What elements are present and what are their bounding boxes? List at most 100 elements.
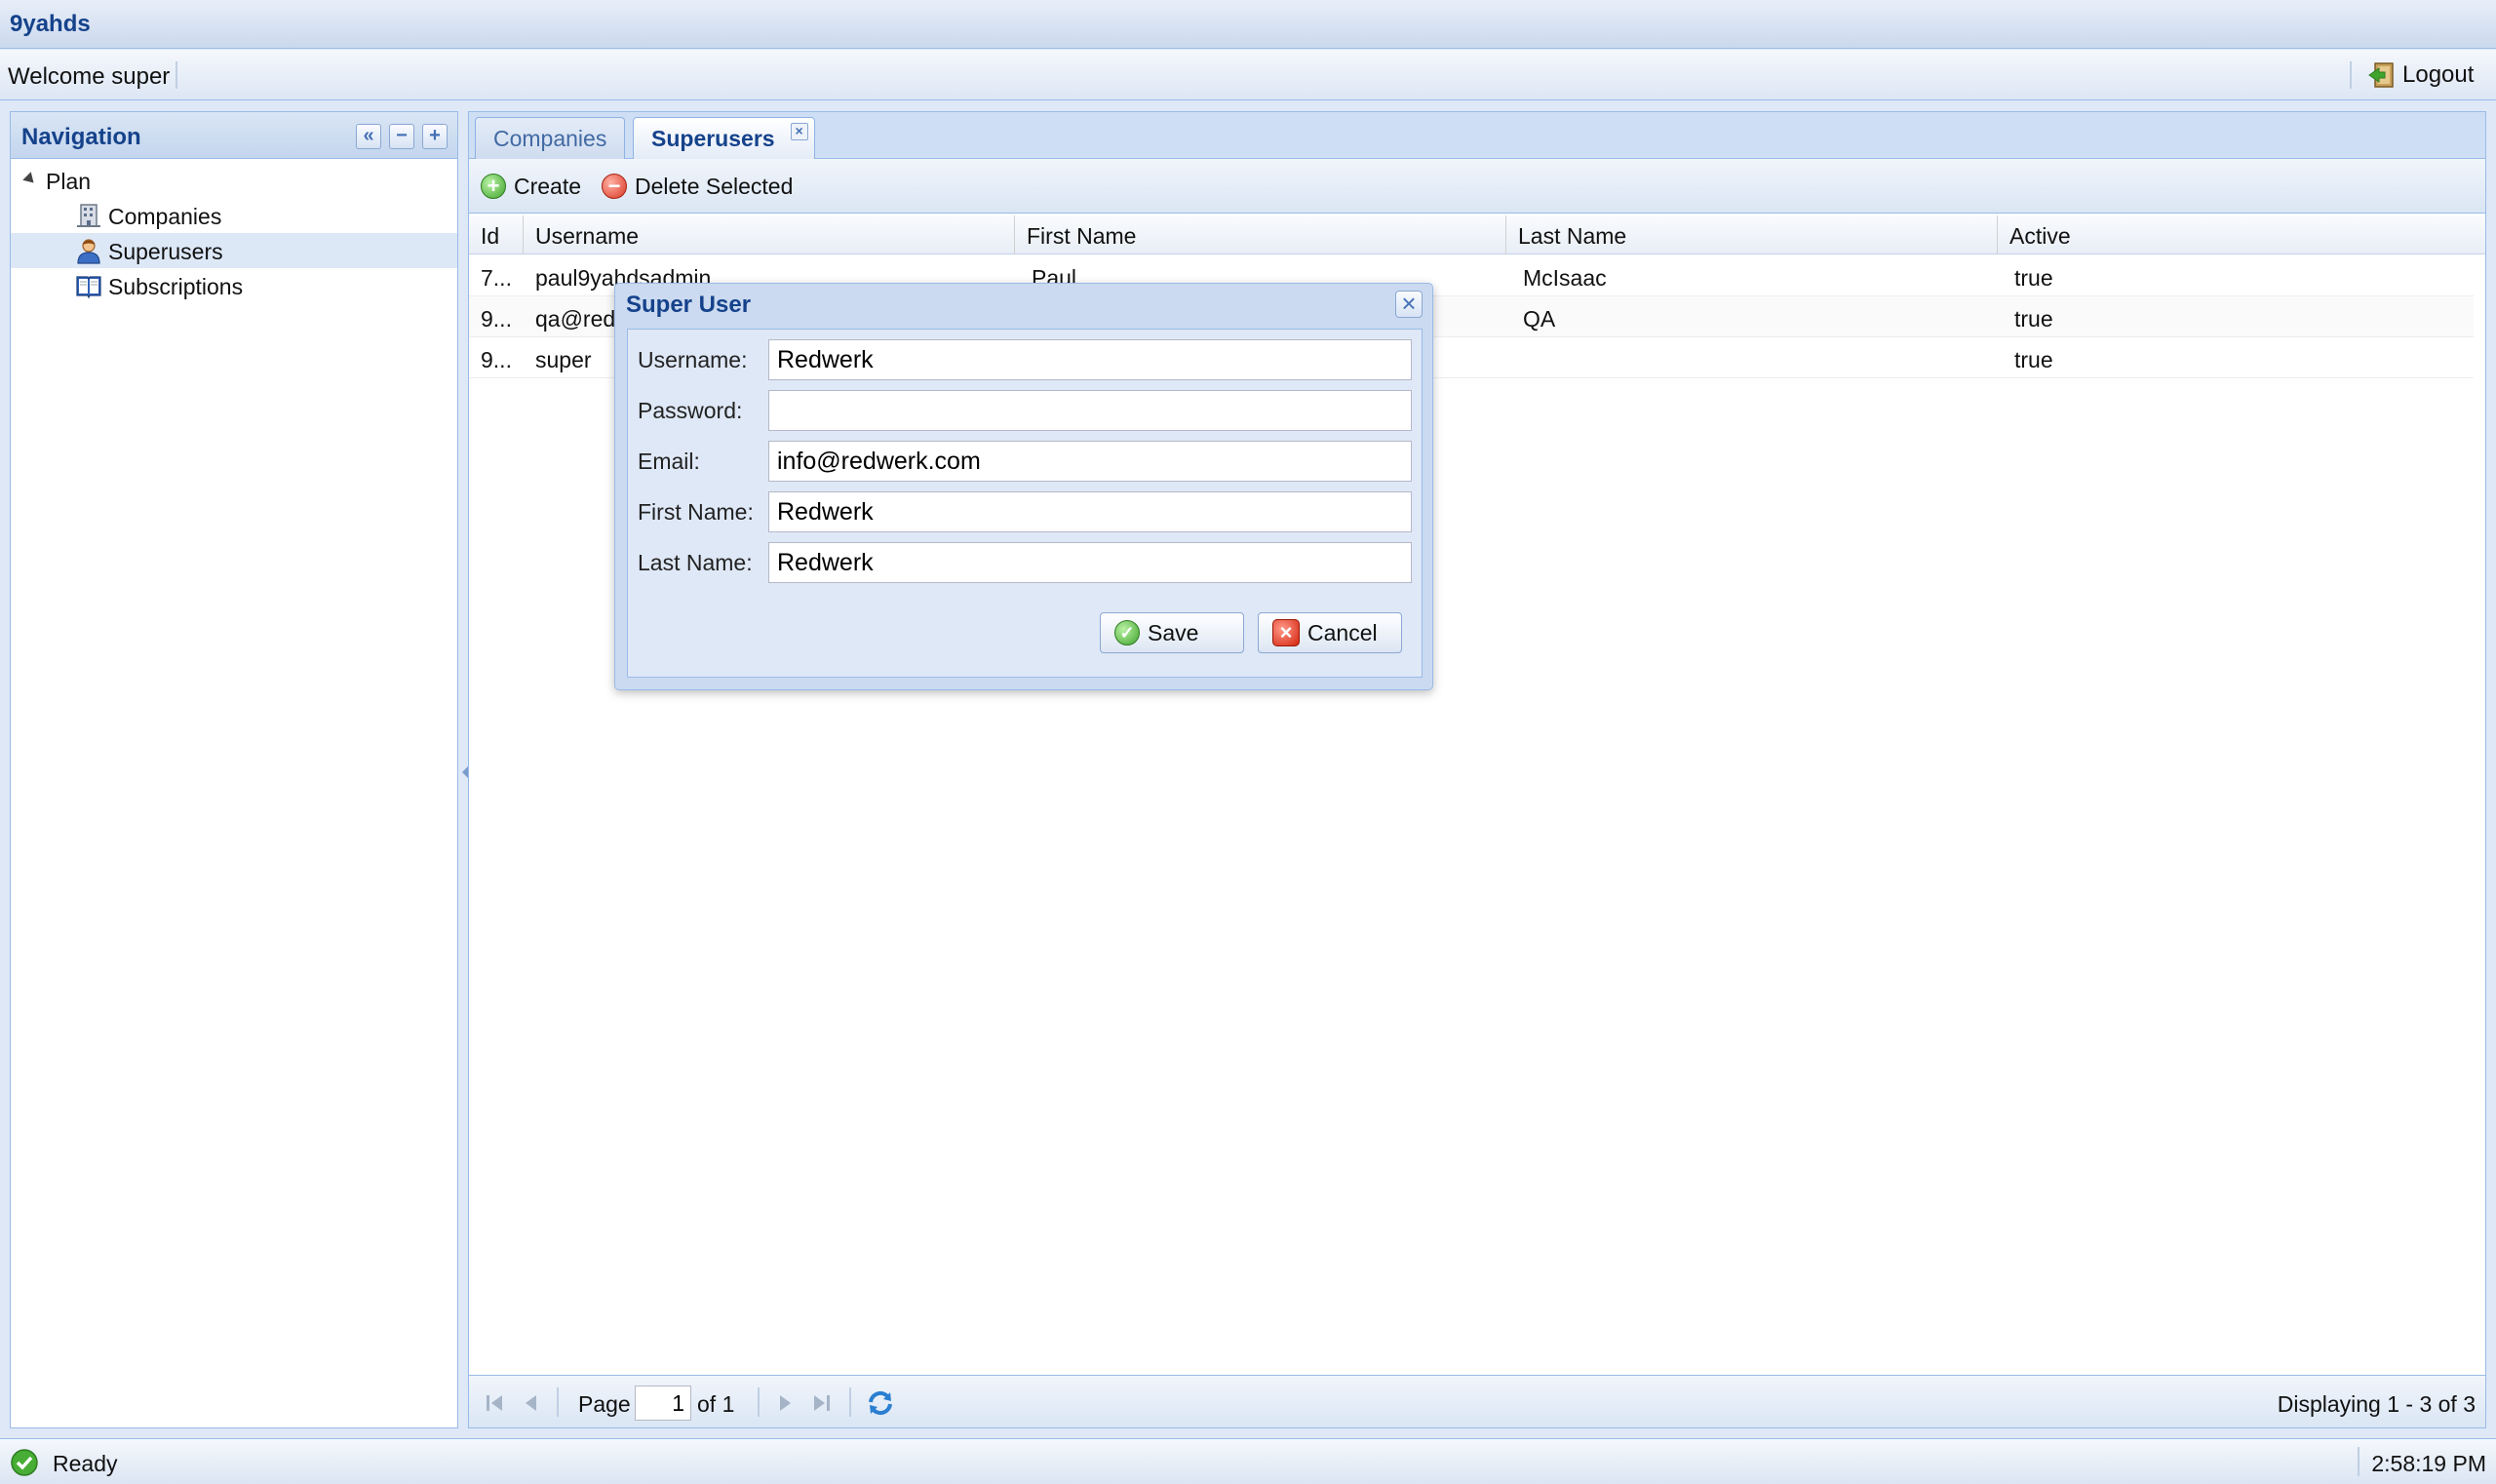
column-header-last-name[interactable]: Last Name bbox=[1506, 215, 1998, 254]
next-page-icon[interactable] bbox=[773, 1391, 797, 1415]
username-field[interactable] bbox=[768, 339, 1412, 380]
previous-page-icon[interactable] bbox=[520, 1391, 543, 1415]
cell-id: 9... bbox=[481, 347, 512, 372]
email-row: Email: bbox=[628, 441, 1422, 484]
dialog-form: Username: Password: Email: First Name: L… bbox=[627, 329, 1423, 678]
welcome-text: Welcome super bbox=[8, 63, 171, 90]
email-label: Email: bbox=[638, 449, 700, 474]
logout-label: Logout bbox=[2402, 61, 2475, 88]
logout-button[interactable]: Logout bbox=[2367, 59, 2474, 91]
tab-label: Companies bbox=[493, 125, 607, 151]
cancel-label: Cancel bbox=[1307, 619, 1378, 645]
super-user-dialog: Super User × Username: Password: Email: … bbox=[614, 283, 1433, 690]
app-title: 9yahds bbox=[10, 11, 91, 37]
collapse-panel-button[interactable]: « bbox=[356, 124, 381, 149]
first-name-field[interactable] bbox=[768, 491, 1412, 532]
add-icon: + bbox=[481, 174, 506, 199]
navigation-title: Navigation bbox=[21, 124, 141, 150]
delete-selected-button[interactable]: − Delete Selected bbox=[602, 172, 793, 201]
logout-icon bbox=[2368, 62, 2394, 88]
status-text: Ready bbox=[53, 1451, 118, 1476]
page-number-input[interactable] bbox=[635, 1386, 691, 1421]
first-name-label: First Name: bbox=[638, 499, 754, 525]
column-header-id[interactable]: Id bbox=[469, 215, 524, 254]
book-icon bbox=[76, 276, 101, 299]
username-row: Username: bbox=[628, 339, 1422, 382]
expand-arrow-icon[interactable] bbox=[22, 172, 38, 187]
sidebar-item-label: Superusers bbox=[108, 239, 223, 264]
delete-label: Delete Selected bbox=[635, 173, 794, 199]
last-name-label: Last Name: bbox=[638, 550, 753, 575]
pager-separator bbox=[758, 1387, 760, 1417]
cell-active: true bbox=[2014, 306, 2053, 332]
password-row: Password: bbox=[628, 390, 1422, 433]
navigation-panel: Navigation « − + Plan Companies Superuse… bbox=[10, 111, 458, 1428]
page-count-label: of 1 bbox=[697, 1391, 735, 1417]
tab-label: Superusers bbox=[651, 126, 775, 151]
toolbar-separator bbox=[176, 61, 177, 89]
tab-bar: Companies Superusers × bbox=[469, 112, 2485, 160]
status-bar: Ready 2:58:19 PM bbox=[0, 1438, 2496, 1484]
close-icon[interactable]: × bbox=[790, 123, 808, 140]
pager-separator bbox=[557, 1387, 559, 1417]
username-label: Username: bbox=[638, 347, 748, 372]
close-icon[interactable]: × bbox=[1395, 291, 1423, 318]
create-button[interactable]: + Create bbox=[481, 172, 581, 201]
password-label: Password: bbox=[638, 398, 743, 423]
cell-active: true bbox=[2014, 347, 2053, 372]
save-button[interactable]: ✓ Save bbox=[1100, 612, 1244, 653]
last-name-row: Last Name: bbox=[628, 542, 1422, 585]
navigation-header: Navigation « − + bbox=[11, 112, 457, 159]
display-count: Displaying 1 - 3 of 3 bbox=[2277, 1391, 2476, 1417]
status-separator bbox=[2358, 1447, 2360, 1476]
first-page-icon[interactable] bbox=[483, 1391, 506, 1415]
password-field[interactable] bbox=[768, 390, 1412, 431]
sidebar-item-label: Companies bbox=[108, 204, 222, 229]
cancel-x-icon: × bbox=[1272, 619, 1300, 646]
first-name-row: First Name: bbox=[628, 491, 1422, 534]
tree-node-plan[interactable]: Plan bbox=[11, 163, 457, 198]
sidebar-item-superusers[interactable]: Superusers bbox=[11, 233, 457, 268]
save-label: Save bbox=[1148, 619, 1199, 645]
status-clock: 2:58:19 PM bbox=[2371, 1451, 2486, 1476]
paging-toolbar: Page of 1 Displaying 1 - 3 of 3 bbox=[469, 1375, 2485, 1427]
toolbar-separator bbox=[2350, 61, 2352, 89]
cell-last-name: QA bbox=[1523, 306, 1556, 332]
email-field[interactable] bbox=[768, 441, 1412, 482]
navigation-tree: Plan Companies Superusers Subscriptions bbox=[11, 159, 457, 303]
sidebar-item-subscriptions[interactable]: Subscriptions bbox=[11, 268, 457, 303]
collapse-all-button[interactable]: − bbox=[389, 124, 414, 149]
cell-active: true bbox=[2014, 265, 2053, 291]
cell-last-name: McIsaac bbox=[1523, 265, 1607, 291]
column-header-username[interactable]: Username bbox=[524, 215, 1015, 254]
sidebar-item-label: Subscriptions bbox=[108, 274, 244, 299]
cell-username: super bbox=[535, 347, 592, 372]
sidebar-item-companies[interactable]: Companies bbox=[11, 198, 457, 233]
user-icon bbox=[77, 239, 100, 264]
app-title-bar: 9yahds bbox=[0, 0, 2496, 49]
column-header-active[interactable]: Active bbox=[1998, 215, 2485, 254]
cell-id: 9... bbox=[481, 306, 512, 332]
cancel-button[interactable]: × Cancel bbox=[1258, 612, 1402, 653]
dialog-header[interactable]: Super User × bbox=[615, 284, 1432, 325]
building-icon bbox=[77, 204, 100, 227]
last-name-field[interactable] bbox=[768, 542, 1412, 583]
last-page-icon[interactable] bbox=[810, 1391, 834, 1415]
ready-check-icon bbox=[11, 1449, 38, 1476]
column-header-first-name[interactable]: First Name bbox=[1015, 215, 1506, 254]
tree-node-label: Plan bbox=[46, 169, 92, 194]
tab-superusers[interactable]: Superusers × bbox=[633, 117, 815, 160]
grid-header: Id Username First Name Last Name Active bbox=[469, 215, 2485, 254]
page-label: Page bbox=[578, 1391, 631, 1417]
cell-id: 7... bbox=[481, 265, 512, 291]
expand-all-button[interactable]: + bbox=[422, 124, 448, 149]
pager-separator bbox=[849, 1387, 851, 1417]
save-check-icon: ✓ bbox=[1114, 620, 1140, 645]
delete-icon: − bbox=[602, 174, 627, 199]
create-label: Create bbox=[514, 173, 582, 199]
welcome-bar: Welcome super Logout bbox=[0, 50, 2496, 100]
refresh-icon[interactable] bbox=[865, 1388, 896, 1418]
tab-companies[interactable]: Companies bbox=[475, 117, 626, 159]
dialog-title: Super User bbox=[626, 292, 752, 318]
grid-toolbar: + Create − Delete Selected bbox=[469, 159, 2485, 214]
